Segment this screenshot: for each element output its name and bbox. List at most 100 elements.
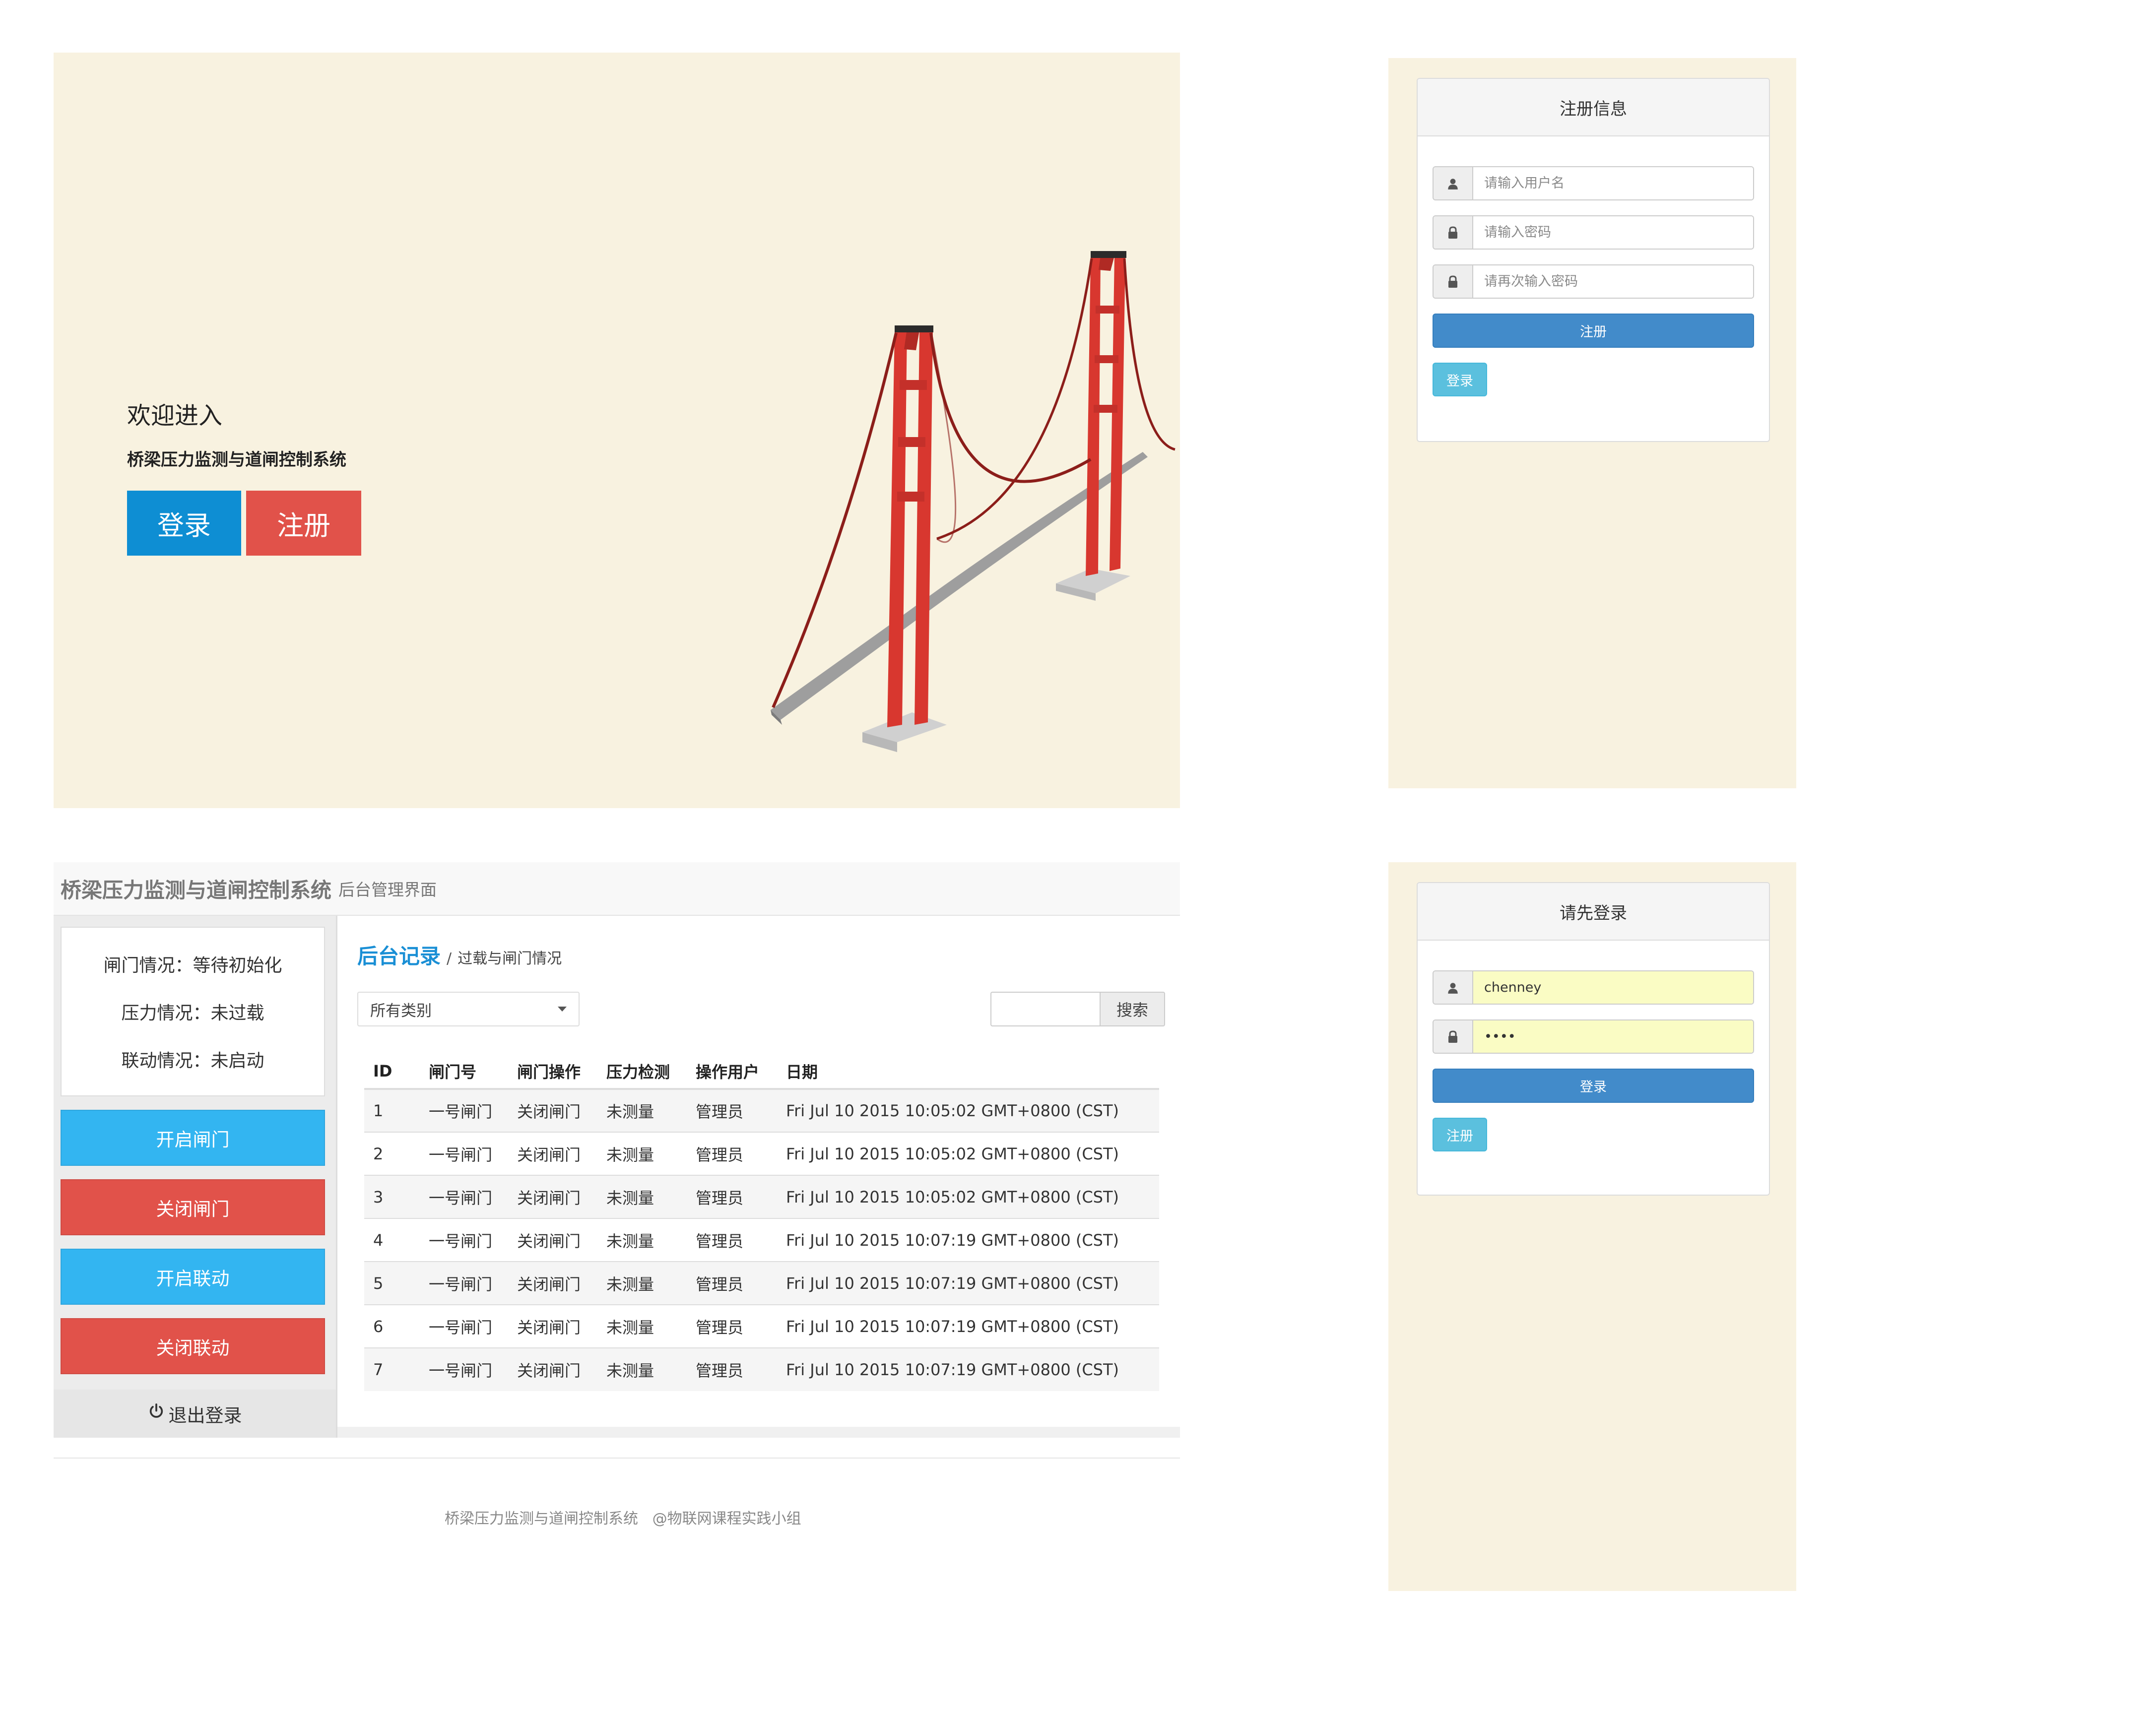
system-subtitle: 桥梁压力监测与道闸控制系统 [127, 450, 346, 470]
table-cell: 关闭闸门 [508, 1261, 597, 1305]
table-header-cell: 压力检测 [597, 1054, 687, 1090]
pressure-status: 压力情况：未过载 [121, 1003, 264, 1023]
table-cell: 5 [364, 1261, 420, 1305]
table-row: 6 一号闸门 关闭闸门 未测量 管理员 Fri Jul 10 2015 10:07:19 … [364, 1304, 1159, 1348]
user-icon [1434, 167, 1473, 199]
login-password-group [1433, 1019, 1754, 1054]
table-row: 5 一号闸门 关闭闸门 未测量 管理员 Fri Jul 10 2015 10:07:19 … [364, 1261, 1159, 1305]
search-button[interactable]: 搜索 [1100, 992, 1165, 1026]
close-linkage-button[interactable]: 关闭联动 [61, 1318, 325, 1374]
landing-login-button[interactable]: 登录 [127, 491, 241, 556]
content-title: 后台记录 [357, 944, 441, 968]
bridge-illustration [771, 251, 1176, 752]
register-password-confirm-group [1433, 264, 1754, 299]
login-panel: 请先登录 登录 注册 [1388, 862, 1796, 1591]
table-cell: 未测量 [597, 1175, 687, 1218]
table-cell: 一号闸门 [420, 1347, 508, 1391]
close-gate-button[interactable]: 关闭闸门 [61, 1179, 325, 1235]
landing-register-button[interactable]: 注册 [246, 491, 361, 556]
table-cell: 关闭闸门 [508, 1304, 597, 1348]
login-card: 请先登录 登录 注册 [1417, 882, 1770, 1196]
register-password-input[interactable] [1473, 216, 1753, 249]
table-row: 4 一号闸门 关闭闸门 未测量 管理员 Fri Jul 10 2015 10:07:19 … [364, 1218, 1159, 1262]
content-toolbar: 所有类别 搜索 [357, 992, 1165, 1026]
register-panel: 注册信息 注册 登录 [1388, 58, 1796, 788]
table-cell: 未测量 [597, 1347, 687, 1391]
open-linkage-button[interactable]: 开启联动 [61, 1249, 325, 1305]
table-cell: 管理员 [687, 1304, 777, 1348]
table-cell: 一号闸门 [420, 1304, 508, 1348]
table-header-cell: 闸门号 [420, 1054, 508, 1090]
table-cell: Fri Jul 10 2015 10:05:02 GMT+0800 (CST) [777, 1175, 1159, 1218]
admin-brand-subtitle: 后台管理界面 [338, 880, 437, 899]
table-cell: 一号闸门 [420, 1218, 508, 1262]
search-input[interactable] [990, 992, 1100, 1026]
landing-panel: 欢迎进入 桥梁压力监测与道闸控制系统 登录 注册 [54, 53, 1180, 808]
search-group: 搜索 [990, 992, 1165, 1026]
table-cell: Fri Jul 10 2015 10:07:19 GMT+0800 (CST) [777, 1347, 1159, 1391]
table-cell: Fri Jul 10 2015 10:05:02 GMT+0800 (CST) [777, 1132, 1159, 1175]
table-cell: 7 [364, 1347, 420, 1391]
status-box: 闸门情况：等待初始化 压力情况：未过载 联动情况：未启动 [61, 927, 325, 1096]
login-username-group [1433, 970, 1754, 1005]
register-title: 注册信息 [1418, 79, 1769, 136]
logout-button[interactable]: 退出登录 [54, 1390, 336, 1438]
category-select[interactable]: 所有类别 [357, 992, 580, 1026]
table-cell: 管理员 [687, 1088, 777, 1132]
table-cell: 未测量 [597, 1088, 687, 1132]
table-row: 2 一号闸门 关闭闸门 未测量 管理员 Fri Jul 10 2015 10:05:02 … [364, 1132, 1159, 1175]
table-cell: 管理员 [687, 1175, 777, 1218]
login-password-input[interactable] [1473, 1020, 1753, 1053]
content-subtitle: 过载与闸门情况 [457, 950, 562, 967]
login-username-input[interactable] [1473, 971, 1753, 1004]
table-cell: 管理员 [687, 1347, 777, 1391]
category-select-value: 所有类别 [370, 1002, 432, 1020]
table-cell: 2 [364, 1132, 420, 1175]
table-row: 3 一号闸门 关闭闸门 未测量 管理员 Fri Jul 10 2015 10:05:02 … [364, 1175, 1159, 1218]
table-header-cell: 闸门操作 [508, 1054, 597, 1090]
admin-panel: 桥梁压力监测与道闸控制系统 后台管理界面 闸门情况：等待初始化 压力情况：未过载… [54, 862, 1180, 1438]
table-cell: 未测量 [597, 1261, 687, 1305]
open-gate-button[interactable]: 开启闸门 [61, 1110, 325, 1166]
register-username-group [1433, 166, 1754, 200]
content-bottom-strip [337, 1427, 1180, 1438]
table-cell: 一号闸门 [420, 1175, 508, 1218]
login-submit-button[interactable]: 登录 [1433, 1069, 1754, 1103]
linkage-status: 联动情况：未启动 [121, 1051, 264, 1071]
table-cell: 关闭闸门 [508, 1347, 597, 1391]
breadcrumb-separator: / [447, 950, 452, 967]
power-icon [148, 1403, 165, 1424]
table-cell: 关闭闸门 [508, 1088, 597, 1132]
table-cell: 4 [364, 1218, 420, 1262]
register-password-confirm-input[interactable] [1473, 265, 1753, 298]
table-cell: 关闭闸门 [508, 1218, 597, 1262]
content-breadcrumb: 后台记录 / 过载与闸门情况 [357, 940, 1165, 970]
goto-register-button[interactable]: 注册 [1433, 1118, 1487, 1151]
footer-divider [54, 1458, 1180, 1459]
footer-system-name: 桥梁压力监测与道闸控制系统 [445, 1510, 638, 1527]
table-cell: Fri Jul 10 2015 10:07:19 GMT+0800 (CST) [777, 1261, 1159, 1305]
table-cell: 1 [364, 1088, 420, 1132]
caret-down-icon [558, 1007, 567, 1012]
table-header-cell: 日期 [777, 1054, 1159, 1090]
register-submit-button[interactable]: 注册 [1433, 314, 1754, 348]
goto-login-button[interactable]: 登录 [1433, 363, 1487, 396]
register-username-input[interactable] [1473, 167, 1753, 199]
table-cell: 未测量 [597, 1304, 687, 1348]
table-cell: 关闭闸门 [508, 1132, 597, 1175]
table-cell: 一号闸门 [420, 1132, 508, 1175]
lock-icon [1434, 265, 1473, 298]
register-card: 注册信息 注册 登录 [1417, 78, 1770, 442]
table-row: 7 一号闸门 关闭闸门 未测量 管理员 Fri Jul 10 2015 10:07:19 … [364, 1347, 1159, 1391]
table-header-cell: 操作用户 [687, 1054, 777, 1090]
table-cell: 未测量 [597, 1132, 687, 1175]
table-cell: 管理员 [687, 1261, 777, 1305]
table-header-row: ID 闸门号 闸门操作 压力检测 操作用户 日期 [364, 1054, 1159, 1090]
table-cell: 3 [364, 1175, 420, 1218]
login-title: 请先登录 [1418, 883, 1769, 941]
admin-brand[interactable]: 桥梁压力监测与道闸控制系统 [61, 874, 331, 904]
table-cell: 一号闸门 [420, 1088, 508, 1132]
records-table: ID 闸门号 闸门操作 压力检测 操作用户 日期 1 一号闸门 关闭闸门 未测量 管理员 Fri J… [364, 1054, 1159, 1391]
register-password-group [1433, 215, 1754, 250]
table-row: 1 一号闸门 关闭闸门 未测量 管理员 Fri Jul 10 2015 10:05:02 … [364, 1088, 1159, 1132]
